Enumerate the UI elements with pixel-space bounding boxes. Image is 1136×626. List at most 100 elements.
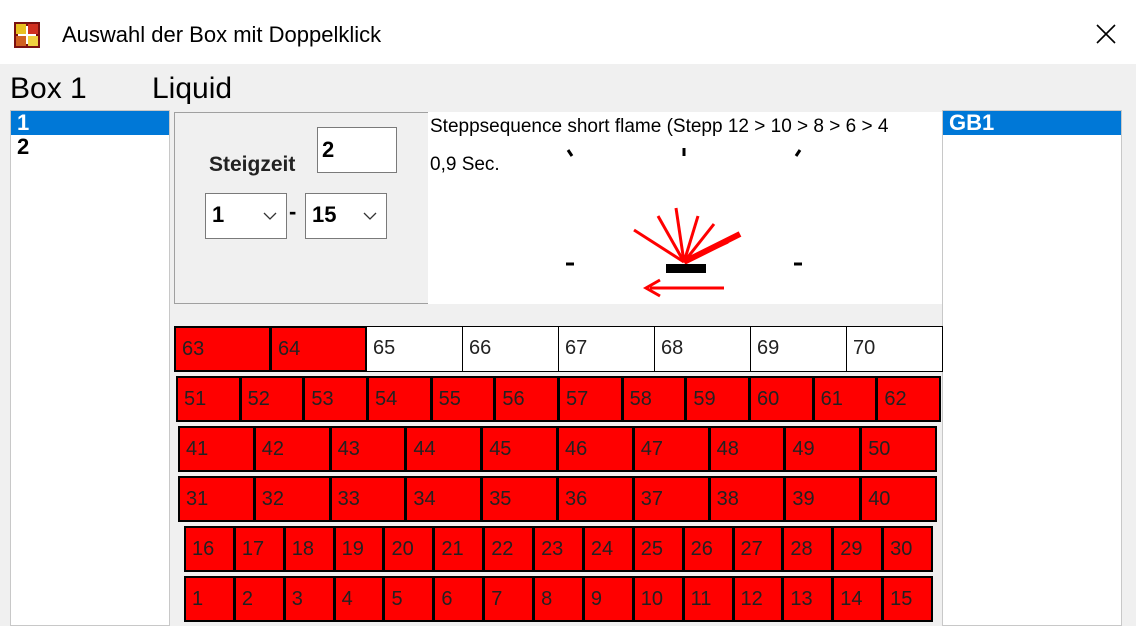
range-to-select[interactable]: 15 [305, 193, 387, 239]
cue-cell-44[interactable]: 44 [405, 426, 483, 472]
cue-cell-70[interactable]: 70 [846, 326, 943, 372]
separator-strip [174, 304, 942, 327]
cue-cell-36[interactable]: 36 [557, 476, 634, 522]
cue-cell-41[interactable]: 41 [178, 426, 255, 472]
steigzeit-label: Steigzeit [209, 153, 296, 176]
cue-cell-9[interactable]: 9 [582, 576, 634, 622]
cue-cell-53[interactable]: 53 [303, 376, 368, 422]
dialog-window: Auswahl der Box mit Doppelklick Box 1 Li… [0, 0, 1136, 626]
cue-cell-63[interactable]: 63 [174, 326, 271, 372]
cue-cell-29[interactable]: 29 [832, 526, 884, 572]
menu-box[interactable]: Box 1 [10, 72, 87, 106]
controls-panel: Steigzeit 1 - 15 [174, 112, 430, 304]
cue-cell-61[interactable]: 61 [812, 376, 878, 422]
steigzeit-input[interactable] [317, 127, 397, 173]
cue-cell-38[interactable]: 38 [708, 476, 786, 522]
cue-cell-65[interactable]: 65 [366, 326, 463, 372]
range-from-value: 1 [212, 202, 225, 227]
cue-cell-47[interactable]: 47 [632, 426, 710, 472]
group-list-item[interactable]: GB1 [943, 111, 1121, 135]
cue-cell-46[interactable]: 46 [557, 426, 634, 472]
cue-cell-17[interactable]: 17 [233, 526, 285, 572]
cue-cell-33[interactable]: 33 [329, 476, 407, 522]
cue-cell-32[interactable]: 32 [253, 476, 331, 522]
cue-cell-4[interactable]: 4 [333, 576, 385, 622]
cue-cell-59[interactable]: 59 [685, 376, 750, 422]
cue-cell-57[interactable]: 57 [558, 376, 623, 422]
box-list-item[interactable]: 1 [11, 111, 169, 135]
range-from-select[interactable]: 1 [205, 193, 287, 239]
cue-cell-50[interactable]: 50 [860, 426, 937, 472]
cue-cell-42[interactable]: 42 [253, 426, 331, 472]
menu-bar: Box 1 Liquid [0, 64, 1136, 110]
cue-cell-69[interactable]: 69 [750, 326, 847, 372]
cue-cell-28[interactable]: 28 [782, 526, 834, 572]
tick-mark [794, 149, 802, 157]
menu-liquid[interactable]: Liquid [152, 72, 232, 106]
cue-cell-20[interactable]: 20 [383, 526, 435, 572]
cue-cell-3[interactable]: 3 [283, 576, 335, 622]
cue-cell-48[interactable]: 48 [708, 426, 786, 472]
cue-cell-45[interactable]: 45 [481, 426, 558, 472]
cue-cell-37[interactable]: 37 [632, 476, 710, 522]
effect-preview: Steppsequence short flame (Stepp 12 > 10… [428, 112, 942, 304]
fireworks-app-icon [14, 22, 40, 48]
chevron-down-icon [363, 212, 377, 220]
cue-cell-22[interactable]: 22 [483, 526, 535, 572]
window-title: Auswahl der Box mit Doppelklick [62, 22, 382, 47]
cue-cell-18[interactable]: 18 [283, 526, 335, 572]
cue-cell-23[interactable]: 23 [533, 526, 584, 572]
cue-cell-12[interactable]: 12 [732, 576, 784, 622]
cue-cell-27[interactable]: 27 [732, 526, 784, 572]
cue-cell-66[interactable]: 66 [462, 326, 559, 372]
cue-cell-64[interactable]: 64 [270, 326, 367, 372]
cue-cell-2[interactable]: 2 [233, 576, 285, 622]
flame-rays [633, 207, 729, 264]
cue-cell-51[interactable]: 51 [176, 376, 241, 422]
cue-cell-34[interactable]: 34 [405, 476, 483, 522]
tick-mark [566, 149, 574, 157]
cue-cell-26[interactable]: 26 [682, 526, 734, 572]
cue-cell-16[interactable]: 16 [184, 526, 235, 572]
cue-cell-52[interactable]: 52 [239, 376, 305, 422]
cue-cell-56[interactable]: 56 [494, 376, 559, 422]
close-button[interactable] [1076, 10, 1136, 58]
cue-cell-15[interactable]: 15 [882, 576, 933, 622]
range-to-value: 15 [312, 202, 337, 227]
cue-cell-49[interactable]: 49 [784, 426, 862, 472]
cue-cell-60[interactable]: 60 [749, 376, 814, 422]
chevron-down-icon [263, 212, 277, 220]
cue-cell-19[interactable]: 19 [333, 526, 385, 572]
group-list[interactable]: GB1 [942, 110, 1122, 626]
cue-cell-62[interactable]: 62 [876, 376, 941, 422]
cue-cell-58[interactable]: 58 [621, 376, 687, 422]
cue-cell-11[interactable]: 11 [682, 576, 734, 622]
cue-cell-7[interactable]: 7 [483, 576, 535, 622]
cue-cell-1[interactable]: 1 [184, 576, 235, 622]
cue-cell-13[interactable]: 13 [782, 576, 834, 622]
launcher-base [666, 264, 706, 273]
cue-cell-55[interactable]: 55 [430, 376, 496, 422]
cue-cell-30[interactable]: 30 [882, 526, 933, 572]
cue-cell-6[interactable]: 6 [433, 576, 485, 622]
box-list[interactable]: 1 2 [10, 110, 170, 626]
title-bar: Auswahl der Box mit Doppelklick [0, 0, 1136, 64]
cue-cell-67[interactable]: 67 [558, 326, 655, 372]
cue-cell-39[interactable]: 39 [784, 476, 862, 522]
cue-cell-31[interactable]: 31 [178, 476, 255, 522]
cue-cell-5[interactable]: 5 [383, 576, 435, 622]
cue-cell-54[interactable]: 54 [367, 376, 432, 422]
cue-cell-35[interactable]: 35 [481, 476, 558, 522]
flame-diagram [566, 148, 802, 298]
cue-cell-10[interactable]: 10 [632, 576, 684, 622]
cue-cell-25[interactable]: 25 [632, 526, 684, 572]
cue-cell-21[interactable]: 21 [433, 526, 485, 572]
cue-cell-8[interactable]: 8 [533, 576, 584, 622]
cue-cell-40[interactable]: 40 [860, 476, 937, 522]
cue-cell-24[interactable]: 24 [582, 526, 634, 572]
cue-cell-14[interactable]: 14 [832, 576, 884, 622]
close-icon [1096, 24, 1116, 44]
cue-cell-68[interactable]: 68 [654, 326, 751, 372]
box-list-item[interactable]: 2 [11, 135, 169, 159]
cue-cell-43[interactable]: 43 [329, 426, 407, 472]
